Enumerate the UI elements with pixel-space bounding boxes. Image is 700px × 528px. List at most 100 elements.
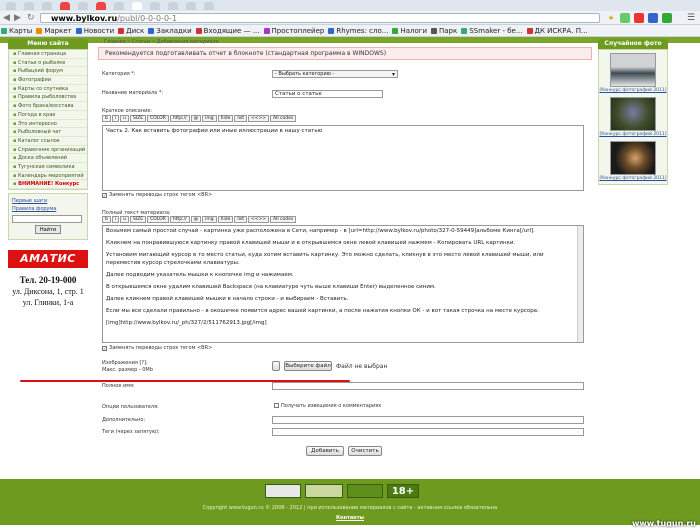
forum-rules-link[interactable]: Правила форума <box>12 205 84 213</box>
random-photo[interactable] <box>610 141 656 175</box>
browser-tab-active[interactable] <box>132 2 142 10</box>
notify-checkbox[interactable]: Получать извещения о комментариях <box>274 403 381 410</box>
counter-banner[interactable] <box>305 484 343 498</box>
author-input[interactable] <box>272 382 584 390</box>
back-icon[interactable]: ◀ <box>3 13 10 23</box>
contacts-link[interactable]: Контакты <box>0 515 700 522</box>
browser-tab[interactable] <box>186 2 196 10</box>
forward-icon[interactable]: ▶ <box>14 13 21 23</box>
menu-item[interactable]: Статьи о рыбалке <box>9 59 87 68</box>
photo-caption[interactable]: [Конкурс фотографий 2011] <box>599 87 667 94</box>
random-photo[interactable] <box>610 53 656 87</box>
editor-toolbar-button[interactable]: http:// <box>169 115 190 122</box>
extension-icon[interactable] <box>620 13 630 23</box>
bookmark-item[interactable]: Входящие — ... <box>195 25 263 36</box>
textarea-scrollbar[interactable] <box>577 226 583 342</box>
menu-item[interactable]: Каталог ссылок <box>9 137 87 146</box>
newline-checkbox-brief[interactable]: ✓ Заменять переводы строк тегом <BR> <box>102 192 212 199</box>
menu-item[interactable]: Погода в крае <box>9 111 87 120</box>
bookmark-item[interactable]: Диск <box>117 25 147 36</box>
editor-toolbar-button[interactable]: <<>> <box>247 115 270 122</box>
editor-toolbar-button[interactable]: All codes <box>270 115 297 122</box>
menu-item[interactable]: Справочник организаций <box>9 146 87 155</box>
submit-button[interactable]: Добавить <box>306 446 344 456</box>
menu-item[interactable]: Это интересно <box>9 120 87 129</box>
editor-toolbar-button[interactable]: list <box>234 115 247 122</box>
ad-brand-logo[interactable]: АМАТИС <box>8 250 88 268</box>
bookmark-item[interactable]: Новости <box>75 25 117 36</box>
browser-tab[interactable] <box>78 2 88 10</box>
star-icon[interactable]: ★ <box>606 13 616 23</box>
extension-icon[interactable] <box>648 13 658 23</box>
menu-icon[interactable]: ☰ <box>686 13 696 23</box>
editor-toolbar-button[interactable]: b <box>102 216 111 223</box>
browser-tab[interactable] <box>168 2 178 10</box>
menu-item[interactable]: Карты со спутника <box>9 85 87 94</box>
browser-tab[interactable] <box>96 2 106 10</box>
tags-input[interactable] <box>272 428 584 436</box>
extension-icon[interactable] <box>634 13 644 23</box>
browser-tab[interactable] <box>60 2 70 10</box>
full-textarea[interactable]: Возьмем самый простой случай - картинка … <box>102 225 584 343</box>
editor-toolbar-button[interactable]: hide <box>217 115 234 122</box>
bookmark-item[interactable]: SSmaker - бе... <box>460 25 525 36</box>
title-input[interactable]: Статьи о статье <box>272 90 383 98</box>
browser-tab[interactable] <box>42 2 52 10</box>
menu-item[interactable]: Фото брака/восстава <box>9 102 87 111</box>
photo-caption[interactable]: [Конкурс фотографий 2011] <box>599 175 667 182</box>
search-input[interactable] <box>12 215 82 223</box>
bookmark-item[interactable]: Закладки <box>147 25 194 36</box>
brief-textarea[interactable]: Часть 2. Как вставить фотографии или ины… <box>102 125 584 191</box>
editor-toolbar-button[interactable]: COLOR <box>147 115 169 122</box>
counter-banner[interactable] <box>347 484 383 498</box>
editor-toolbar-button[interactable]: img <box>202 115 217 122</box>
menu-item[interactable]: Рыболовный чат <box>9 128 87 137</box>
image-slot-button[interactable] <box>272 361 280 371</box>
editor-toolbar-button[interactable]: SIZE <box>129 115 147 122</box>
choose-file-button[interactable]: Выберите файл <box>284 361 332 371</box>
category-select[interactable]: - Выбрать категорию - <box>272 70 398 78</box>
menu-item[interactable]: Главная страница <box>9 50 87 59</box>
reset-button[interactable]: Очистить <box>348 446 382 456</box>
bookmark-item[interactable]: Rhymes: сло... <box>327 25 391 36</box>
search-button[interactable]: Найти <box>35 225 61 234</box>
bookmark-item[interactable]: Простоплейер <box>263 25 328 36</box>
menu-item[interactable]: Правила рыболовства <box>9 93 87 103</box>
extension-icon[interactable] <box>662 13 672 23</box>
editor-toolbar-button[interactable]: u <box>120 216 129 223</box>
editor-toolbar-button[interactable]: @ <box>190 216 202 223</box>
photo-caption[interactable]: [Конкурс фотографий 2011] <box>599 131 667 138</box>
extra-input[interactable] <box>272 416 584 424</box>
editor-toolbar-button[interactable]: SIZE <box>129 216 147 223</box>
browser-tab[interactable] <box>150 2 160 10</box>
browser-tab[interactable] <box>6 2 16 10</box>
editor-toolbar-button[interactable]: hide <box>217 216 234 223</box>
url-input[interactable]: www.bylkov.ru/publ/0-0-0-0-1 <box>40 13 600 23</box>
editor-toolbar-button[interactable]: img <box>202 216 217 223</box>
counter-banner[interactable] <box>265 484 301 498</box>
editor-toolbar-button[interactable]: <<>> <box>247 216 270 223</box>
first-steps-link[interactable]: Первые шаги <box>12 197 84 205</box>
editor-toolbar-button[interactable]: i <box>111 216 120 223</box>
reload-icon[interactable]: ↻ <box>27 13 35 23</box>
menu-item[interactable]: Календарь мероприятий <box>9 172 87 181</box>
editor-toolbar-button[interactable]: b <box>102 115 111 122</box>
menu-item[interactable]: Тугунская символика <box>9 163 87 172</box>
bookmark-item[interactable]: Карты <box>0 25 35 36</box>
bookmark-item[interactable]: ДК ИСКРА. П... <box>526 25 591 36</box>
browser-tab[interactable] <box>204 2 214 10</box>
bookmark-item[interactable]: Маркет <box>35 25 74 36</box>
editor-toolbar-button[interactable]: http:// <box>169 216 190 223</box>
browser-tab[interactable] <box>24 2 34 10</box>
menu-item[interactable]: Рыбацкий форум <box>9 67 87 77</box>
editor-toolbar-button[interactable]: i <box>111 115 120 122</box>
editor-toolbar-button[interactable]: All codes <box>270 216 297 223</box>
bookmark-item[interactable]: Налоги <box>391 25 430 36</box>
editor-toolbar-button[interactable]: @ <box>190 115 202 122</box>
menu-item[interactable]: ВНИМАНИЕ! Конкурс <box>9 180 87 189</box>
bookmark-item[interactable]: Парк <box>430 25 460 36</box>
newline-checkbox-full[interactable]: ✓ Заменять переводы строк тегом <BR> <box>102 345 212 352</box>
random-photo[interactable] <box>610 97 656 131</box>
menu-item[interactable]: Фотографии <box>9 76 87 85</box>
editor-toolbar-button[interactable]: u <box>120 115 129 122</box>
